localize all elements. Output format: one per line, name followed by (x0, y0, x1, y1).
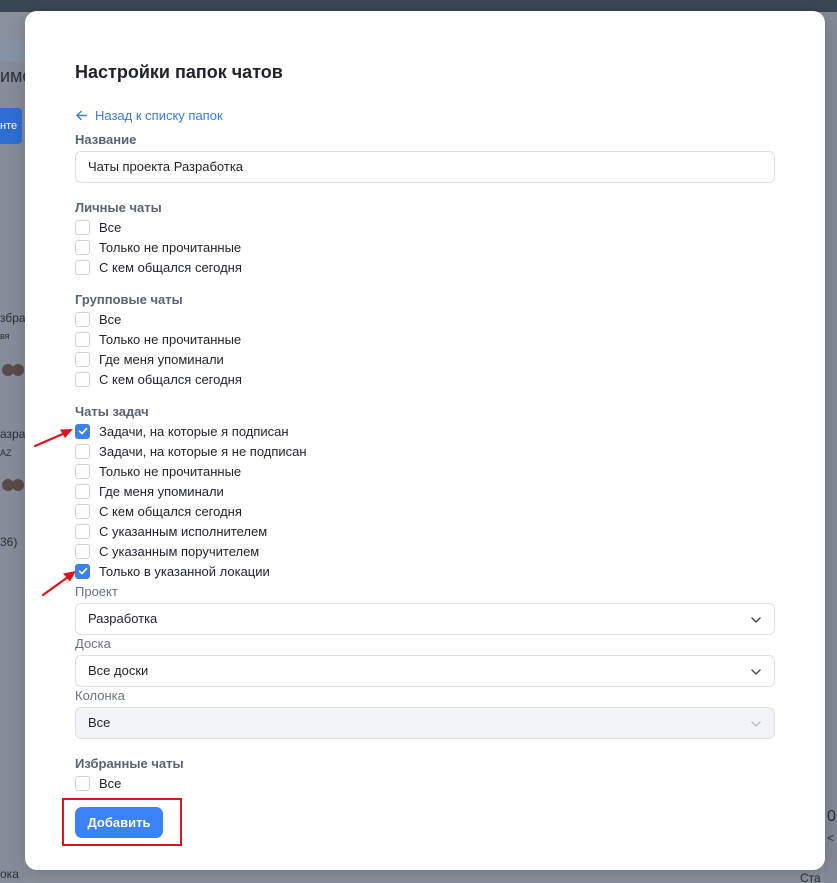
background-text: име (0, 66, 25, 86)
group-mentioned-checkbox[interactable]: Где меня упоминали (75, 350, 224, 368)
checkbox[interactable] (75, 483, 90, 499)
checkbox-label: Все (99, 219, 122, 235)
column-select-value: Все (88, 715, 111, 730)
project-select-value: Разработка (88, 611, 158, 626)
background-text: ока (0, 867, 19, 881)
annotation-arrow-icon (41, 571, 76, 597)
background-text: Ста (800, 871, 821, 883)
project-label: Проект (75, 584, 118, 599)
board-select-value: Все доски (88, 663, 149, 678)
checkbox-label: Задачи, на которые я подписан (99, 423, 289, 439)
column-label: Колонка (75, 688, 125, 703)
checkbox[interactable] (75, 239, 90, 255)
checkbox[interactable] (75, 331, 90, 347)
background-text: 36) (0, 535, 18, 549)
checkbox[interactable] (75, 463, 90, 479)
project-select[interactable]: Разработка (75, 603, 775, 635)
favorites-all-checkbox[interactable]: Все (75, 774, 121, 792)
checkbox-label: Только не прочитанные (99, 331, 242, 347)
checkbox-label: С кем общался сегодня (99, 503, 242, 519)
background-button: нте (0, 108, 22, 144)
board-select[interactable]: Все доски (75, 655, 775, 687)
tasks-guarantor-checkbox[interactable]: С указанным поручителем (75, 542, 259, 560)
checkbox-label: С указанным поручителем (99, 543, 260, 559)
background-text: 0 (827, 808, 836, 825)
checkbox-label: С указанным исполнителем (99, 523, 268, 539)
task-chats-heading: Чаты задач (75, 404, 149, 419)
modal-title: Настройки папок чатов (75, 62, 283, 82)
tasks-mentioned-checkbox[interactable]: Где меня упоминали (75, 482, 224, 500)
checkbox-label: Все (99, 311, 122, 327)
personal-unread-checkbox[interactable]: Только не прочитанные (75, 238, 241, 256)
arrow-left-icon (76, 110, 88, 121)
checkbox-label: Задачи, на которые я не подписан (99, 443, 307, 459)
group-chats-heading: Групповые чаты (75, 292, 183, 307)
checkbox[interactable] (75, 259, 90, 275)
background-text: вя (0, 331, 10, 341)
column-select: Все (75, 707, 775, 739)
checkbox-label: Все (99, 775, 122, 791)
tasks-location-checkbox[interactable]: Только в указанной локации (75, 562, 270, 580)
personal-chats-heading: Личные чаты (75, 200, 162, 215)
annotation-highlight-box (62, 798, 182, 846)
checkbox-label: Где меня упоминали (99, 351, 224, 367)
checkbox[interactable] (75, 543, 90, 559)
checkbox-label: Только в указанной локации (99, 563, 270, 579)
group-unread-checkbox[interactable]: Только не прочитанные (75, 330, 241, 348)
checkbox[interactable] (75, 311, 90, 327)
checkbox[interactable] (75, 351, 90, 367)
background-right-panel (824, 12, 837, 883)
personal-today-checkbox[interactable]: С кем общался сегодня (75, 258, 242, 276)
checkbox[interactable] (75, 443, 90, 459)
checkbox[interactable] (75, 219, 90, 235)
checkbox[interactable] (75, 503, 90, 519)
background-text: азра (0, 427, 25, 441)
tasks-not-subscribed-checkbox[interactable]: Задачи, на которые я не подписан (75, 442, 307, 460)
personal-all-checkbox[interactable]: Все (75, 218, 121, 236)
background-avatar (12, 479, 24, 491)
chevron-down-icon (751, 721, 761, 727)
checkbox[interactable] (75, 371, 90, 387)
tasks-subscribed-checkbox[interactable]: Задачи, на которые я подписан (75, 422, 289, 440)
background-avatar (12, 364, 24, 376)
tasks-today-checkbox[interactable]: С кем общался сегодня (75, 502, 242, 520)
background-left-panel (0, 62, 24, 882)
group-all-checkbox[interactable]: Все (75, 310, 121, 328)
checkbox-label: С кем общался сегодня (99, 259, 242, 275)
board-label: Доска (75, 636, 111, 651)
chevron-down-icon (751, 617, 761, 623)
background-text: < (827, 831, 835, 845)
checkbox-label: С кем общался сегодня (99, 371, 242, 387)
favorite-chats-heading: Избранные чаты (75, 756, 184, 771)
chevron-down-icon (751, 669, 761, 675)
back-to-folders-link[interactable]: Назад к списку папок (75, 108, 223, 123)
checkbox[interactable] (75, 523, 90, 539)
checkbox-label: Где меня упоминали (99, 483, 224, 499)
checkbox-checked[interactable] (75, 423, 90, 439)
folder-name-input[interactable]: Чаты проекта Разработка (75, 151, 775, 183)
chat-folder-settings-modal: Настройки папок чатов Назад к списку пап… (25, 11, 825, 870)
checkbox-label: Только не прочитанные (99, 239, 242, 255)
name-label: Название (75, 132, 137, 147)
tasks-unread-checkbox[interactable]: Только не прочитанные (75, 462, 241, 480)
back-link-label: Назад к списку папок (95, 108, 223, 123)
background-text: збра (0, 311, 25, 325)
checkbox-label: Только не прочитанные (99, 463, 242, 479)
group-today-checkbox[interactable]: С кем общался сегодня (75, 370, 242, 388)
tasks-assignee-checkbox[interactable]: С указанным исполнителем (75, 522, 267, 540)
checkbox[interactable] (75, 775, 90, 791)
background-button-label: нте (0, 120, 18, 132)
background-text: AZ (0, 448, 12, 458)
check-icon (78, 427, 87, 435)
annotation-arrow-icon (33, 429, 73, 448)
